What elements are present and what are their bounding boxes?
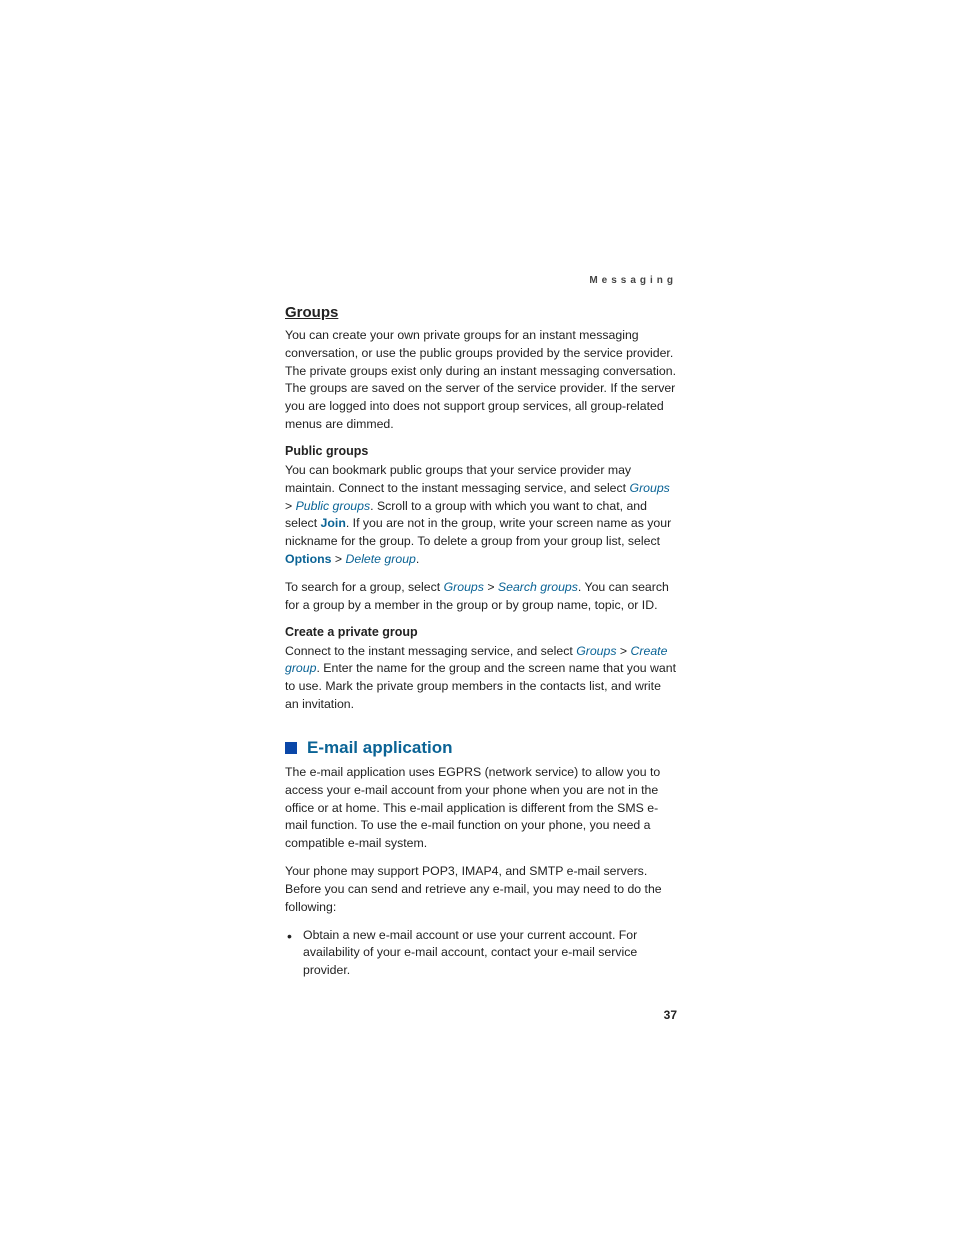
- ui-reference-options: Options: [285, 552, 331, 566]
- section-title-text: E-mail application: [307, 738, 452, 758]
- email-bullet-list: Obtain a new e-mail account or use your …: [285, 927, 677, 980]
- heading-create-private-group: Create a private group: [285, 625, 677, 639]
- text-fragment: .: [416, 552, 419, 566]
- heading-groups: Groups: [285, 304, 677, 321]
- email-paragraph-1: The e-mail application uses EGPRS (netwo…: [285, 764, 677, 853]
- document-page: Messaging Groups You can create your own…: [285, 275, 677, 988]
- ui-reference-public-groups: Public groups: [296, 499, 371, 513]
- ui-reference-groups: Groups: [444, 580, 484, 594]
- heading-public-groups: Public groups: [285, 444, 677, 458]
- separator: >: [617, 644, 631, 658]
- section-email-application: E-mail application: [285, 738, 677, 758]
- separator: >: [285, 499, 296, 513]
- list-item: Obtain a new e-mail account or use your …: [285, 927, 677, 980]
- create-private-paragraph: Connect to the instant messaging service…: [285, 643, 677, 714]
- ui-reference-groups: Groups: [630, 481, 670, 495]
- separator: >: [484, 580, 498, 594]
- text-fragment: . Enter the name for the group and the s…: [285, 661, 676, 711]
- ui-reference-search-groups: Search groups: [498, 580, 578, 594]
- separator: >: [331, 552, 345, 566]
- email-paragraph-2: Your phone may support POP3, IMAP4, and …: [285, 863, 677, 916]
- public-groups-paragraph-2: To search for a group, select Groups > S…: [285, 579, 677, 615]
- ui-reference-delete-group: Delete group: [345, 552, 415, 566]
- running-header: Messaging: [285, 275, 677, 286]
- text-fragment: You can bookmark public groups that your…: [285, 463, 631, 495]
- text-fragment: To search for a group, select: [285, 580, 444, 594]
- public-groups-paragraph-1: You can bookmark public groups that your…: [285, 462, 677, 569]
- groups-intro-paragraph: You can create your own private groups f…: [285, 327, 677, 434]
- page-number: 37: [664, 1008, 677, 1022]
- text-fragment: Connect to the instant messaging service…: [285, 644, 576, 658]
- ui-reference-groups: Groups: [576, 644, 616, 658]
- square-bullet-icon: [285, 742, 297, 754]
- ui-reference-join: Join: [321, 516, 346, 530]
